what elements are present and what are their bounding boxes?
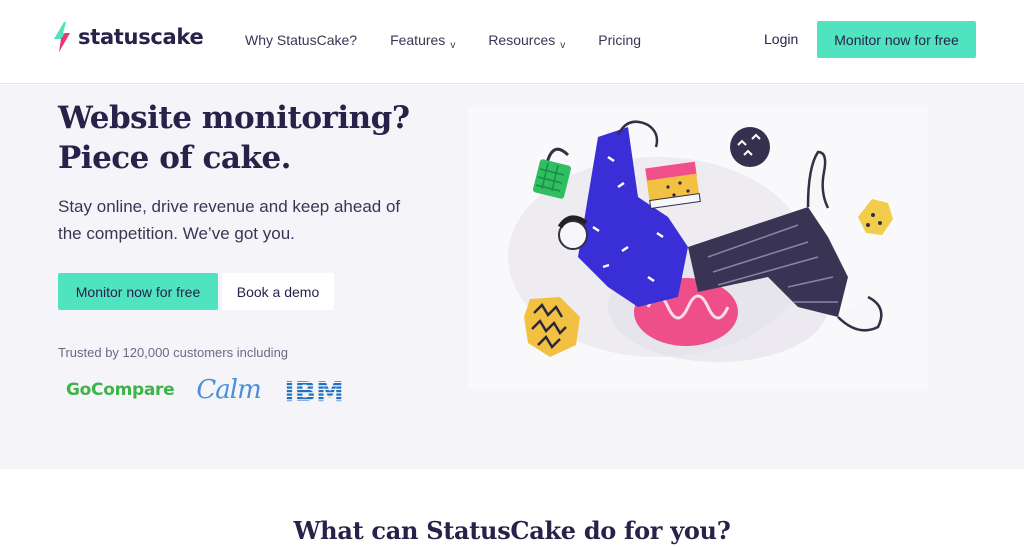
calm-logo: Calm [196, 375, 261, 405]
statuscake-logo[interactable]: statuscake [52, 22, 204, 52]
nav-pricing-label: Pricing [598, 32, 642, 48]
yellow-cookie-shape [866, 223, 870, 227]
ibm-logo: IBM [284, 376, 344, 404]
hero-illustration [468, 107, 928, 389]
foot-shape [837, 295, 883, 332]
hero-section: Website monitoring? Piece of cake. Stay … [0, 85, 1024, 469]
foot-shape [806, 150, 830, 209]
monitor-free-nav-button[interactable]: Monitor now for free [817, 21, 976, 58]
svg-text:IBM: IBM [284, 376, 344, 404]
nav-features-label: Features [390, 32, 446, 48]
nav-why-statuscake[interactable]: Why StatusCake? [245, 32, 357, 48]
customer-logos: GoCompare Calm IBM [66, 375, 347, 405]
hero-headline: Website monitoring? Piece of cake. [58, 98, 410, 178]
hero-subtitle-line2: the competition. We’ve got you. [58, 224, 295, 243]
monitor-free-hero-button[interactable]: Monitor now for free [58, 273, 218, 310]
book-demo-button[interactable]: Book a demo [222, 273, 334, 310]
yellow-cookie-shape [871, 213, 875, 217]
nav-resources[interactable]: Resources v [488, 32, 566, 51]
gocompare-logo: GoCompare [66, 380, 175, 400]
cake-slice-shape [645, 161, 701, 210]
main-menu: Why StatusCake? Features v Resources v P… [245, 32, 674, 51]
hero-headline-line2: Piece of cake. [58, 140, 291, 176]
hero-headline-line1: Website monitoring? [58, 100, 410, 136]
nav-resources-label: Resources [488, 32, 556, 48]
hero-subtitle: Stay online, drive revenue and keep ahea… [58, 193, 428, 247]
lightning-logo-icon [54, 22, 70, 52]
nav-pricing[interactable]: Pricing [598, 32, 641, 48]
yellow-cookie-shape [878, 221, 882, 225]
trusted-by-text: Trusted by 120,000 customers including [58, 345, 289, 360]
dark-cookie-shape [730, 127, 770, 167]
logo-wordmark: statuscake [78, 25, 204, 49]
what-can-statuscake-do-heading: What can StatusCake do for you? [293, 516, 731, 545]
top-navigation: statuscake Why StatusCake? Features v Re… [0, 0, 1024, 84]
chevron-down-icon: v [560, 40, 566, 51]
yellow-cookie-shape [858, 199, 893, 235]
nav-why-statuscake-label: Why StatusCake? [245, 32, 358, 48]
login-link[interactable]: Login [764, 31, 798, 47]
chevron-down-icon: v [450, 40, 456, 51]
nav-features[interactable]: Features v [390, 32, 456, 51]
hero-subtitle-line1: Stay online, drive revenue and keep ahea… [58, 197, 401, 216]
